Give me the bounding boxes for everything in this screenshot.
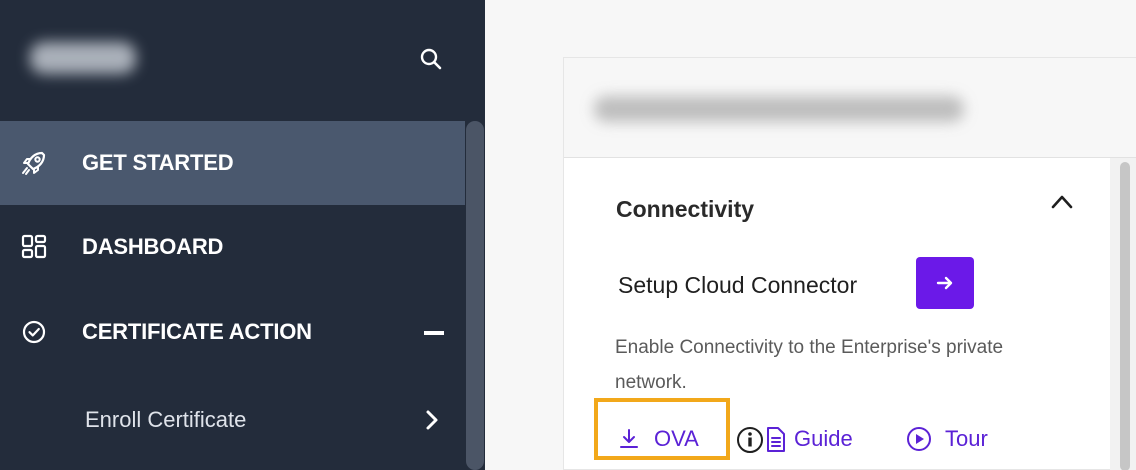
download-icon <box>620 429 638 448</box>
search-icon[interactable] <box>418 46 444 72</box>
play-circle-icon <box>907 427 931 451</box>
chevron-right-icon <box>424 408 440 432</box>
tour-link[interactable]: Tour <box>905 424 988 454</box>
sidebar-item-label: DASHBOARD <box>82 234 224 259</box>
section-description: Enable Connectivity to the Enterprise's … <box>615 337 1004 393</box>
arrow-right-icon <box>936 276 953 290</box>
guide-link-label: Guide <box>794 426 853 451</box>
info-document-icon <box>737 427 785 453</box>
sidebar-item-certificate-action[interactable]: CERTIFICATE ACTION <box>0 290 465 374</box>
sidebar-item-label: GET STARTED <box>82 150 234 175</box>
setup-cloud-connector-button[interactable] <box>916 257 974 309</box>
rocket-icon <box>20 149 48 177</box>
guide-link[interactable]: Guide <box>736 424 853 454</box>
sidebar-header <box>0 0 485 121</box>
sidebar-item-label: CERTIFICATE ACTION <box>82 319 312 344</box>
panel-header <box>564 58 1136 158</box>
sidebar-scrollbar[interactable] <box>466 121 484 470</box>
sidebar: GET STARTED DASHBOARD CERTIFICATE ACTION… <box>0 0 485 470</box>
sidebar-item-get-started[interactable]: GET STARTED <box>0 121 465 205</box>
ova-download-link[interactable]: OVA <box>618 424 699 454</box>
sidebar-item-dashboard[interactable]: DASHBOARD <box>0 205 465 289</box>
ova-link-label: OVA <box>654 426 699 451</box>
chevron-up-icon[interactable] <box>1050 192 1074 210</box>
panel-scrollbar[interactable] <box>1120 162 1130 470</box>
tour-link-label: Tour <box>945 426 988 451</box>
dashboard-grid-icon <box>20 233 48 261</box>
setup-cloud-connector-label: Setup Cloud Connector <box>618 272 858 298</box>
check-circle-icon <box>20 318 48 346</box>
sidebar-subitem-enroll-certificate[interactable]: Enroll Certificate <box>0 374 465 470</box>
collapse-minus-icon[interactable] <box>424 331 444 335</box>
page-title <box>594 96 964 122</box>
section-title: Connectivity <box>616 196 755 222</box>
sidebar-subitem-label: Enroll Certificate <box>85 407 247 432</box>
app-logo <box>30 42 136 74</box>
